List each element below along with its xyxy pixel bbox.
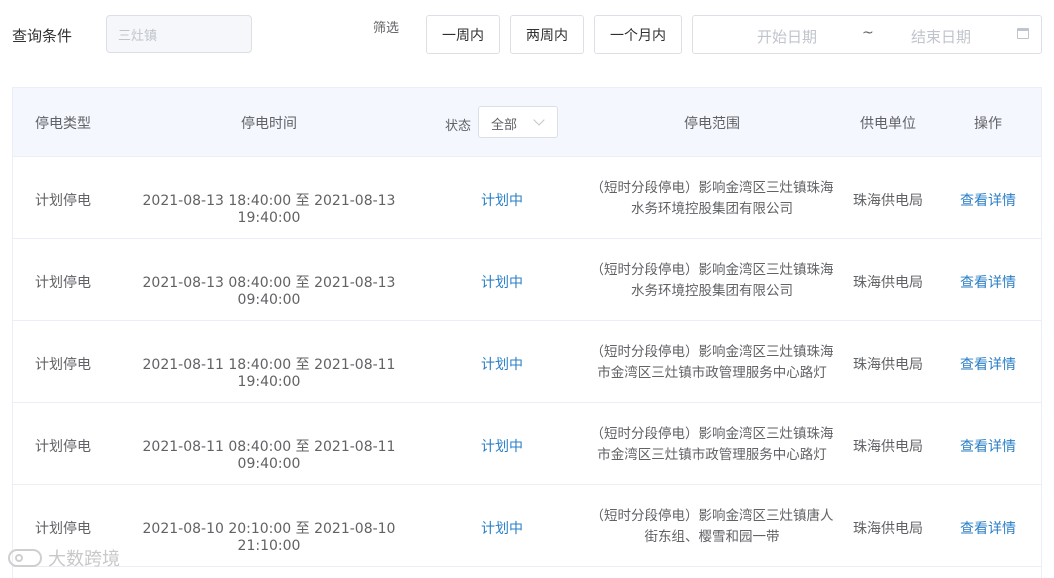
supply-unit: 珠海供电局 xyxy=(853,521,923,537)
table-row: 计划停电 2021-08-11 08:40:00 至 2021-08-11 09… xyxy=(13,403,1041,485)
one-month-button[interactable]: 一个月内 xyxy=(594,15,682,54)
end-date-input[interactable]: 结束日期 xyxy=(911,26,971,47)
outage-time: 2021-08-10 20:10:00 至 2021-08-10 21:10:0… xyxy=(142,521,396,554)
query-input[interactable] xyxy=(106,15,252,53)
outage-time: 2021-08-11 18:40:00 至 2021-08-11 19:40:0… xyxy=(142,357,396,390)
scope-line: 街东组、樱雪和园一带 xyxy=(644,529,780,545)
start-date-input[interactable]: 开始日期 xyxy=(757,26,817,47)
header-scope: 停电范围 xyxy=(684,116,740,132)
status-filter-label: 状态 xyxy=(445,119,472,134)
scope-line: 市金湾区三灶镇市政管理服务中心路灯 xyxy=(597,365,827,381)
scope-line: 水务环境控股集团有限公司 xyxy=(631,283,793,299)
outage-type: 计划停电 xyxy=(35,357,91,373)
filter-label: 筛选 xyxy=(373,21,400,36)
view-details-link[interactable]: 查看详情 xyxy=(943,190,1033,210)
outage-type: 计划停电 xyxy=(35,439,91,455)
watermark: 大数跨境 xyxy=(8,545,120,571)
one-week-button[interactable]: 一周内 xyxy=(426,15,500,54)
outage-time: 2021-08-11 08:40:00 至 2021-08-11 09:40:0… xyxy=(142,439,396,472)
outage-type: 计划停电 xyxy=(35,521,91,537)
outage-table: 停电类型 停电时间 状态 全部 停电范围 供电单位 操作 计划停电 2021-0… xyxy=(12,87,1042,578)
outage-status: 计划中 xyxy=(481,193,523,209)
header-type: 停电类型 xyxy=(35,116,91,132)
scope-line: （短时分段停电）影响金湾区三灶镇珠海 xyxy=(590,262,834,278)
supply-unit: 珠海供电局 xyxy=(853,357,923,373)
status-select-value: 全部 xyxy=(491,118,518,133)
table-row: 计划停电 2021-08-13 18:40:00 至 2021-08-13 19… xyxy=(13,157,1041,239)
supply-unit: 珠海供电局 xyxy=(853,275,923,291)
view-details-link[interactable]: 查看详情 xyxy=(943,436,1033,456)
outage-status: 计划中 xyxy=(481,357,523,373)
scope-line: （短时分段停电）影响金湾区三灶镇珠海 xyxy=(590,180,834,196)
outage-scope: （短时分段停电）影响金湾区三灶镇珠海 市金湾区三灶镇市政管理服务中心路灯 xyxy=(585,424,839,466)
two-weeks-button[interactable]: 两周内 xyxy=(510,15,584,54)
table-row: 计划停电 2021-08-13 08:40:00 至 2021-08-13 09… xyxy=(13,239,1041,321)
header-op: 操作 xyxy=(974,116,1002,132)
scope-line: （短时分段停电）影响金湾区三灶镇唐人 xyxy=(590,508,834,524)
query-label: 查询条件 xyxy=(12,27,73,45)
scope-line: 水务环境控股集团有限公司 xyxy=(631,201,793,217)
outage-scope: （短时分段停电）影响金湾区三灶镇珠海 市金湾区三灶镇市政管理服务中心路灯 xyxy=(585,342,839,384)
outage-type: 计划停电 xyxy=(35,193,91,209)
table-header: 停电类型 停电时间 状态 全部 停电范围 供电单位 操作 xyxy=(13,88,1041,157)
supply-unit: 珠海供电局 xyxy=(853,193,923,209)
outage-time: 2021-08-13 18:40:00 至 2021-08-13 19:40:0… xyxy=(142,193,396,226)
supply-unit: 珠海供电局 xyxy=(853,439,923,455)
outage-type: 计划停电 xyxy=(35,275,91,291)
outage-status: 计划中 xyxy=(481,439,523,455)
date-range-picker[interactable]: 开始日期 ~ 结束日期 xyxy=(692,15,1042,54)
outage-status: 计划中 xyxy=(481,275,523,291)
outage-time: 2021-08-13 08:40:00 至 2021-08-13 09:40:0… xyxy=(142,275,396,308)
watermark-logo-icon xyxy=(8,549,42,567)
header-time: 停电时间 xyxy=(241,116,297,132)
scope-line: 市金湾区三灶镇市政管理服务中心路灯 xyxy=(597,447,827,463)
chevron-down-icon xyxy=(533,114,545,126)
view-details-link[interactable]: 查看详情 xyxy=(943,272,1033,292)
view-details-link[interactable]: 查看详情 xyxy=(943,354,1033,374)
calendar-icon xyxy=(1017,28,1029,39)
table-row: 计划停电 2021-08-10 20:10:00 至 2021-08-10 21… xyxy=(13,485,1041,567)
outage-scope: （短时分段停电）影响金湾区三灶镇唐人 街东组、樱雪和园一带 xyxy=(585,506,839,548)
date-separator: ~ xyxy=(862,25,874,41)
scope-line: （短时分段停电）影响金湾区三灶镇珠海 xyxy=(590,344,834,360)
header-unit: 供电单位 xyxy=(860,116,916,132)
watermark-text: 大数跨境 xyxy=(48,549,120,570)
view-details-link[interactable]: 查看详情 xyxy=(943,518,1033,538)
status-filter-select[interactable]: 全部 xyxy=(478,106,558,138)
outage-status: 计划中 xyxy=(481,521,523,537)
table-row: 计划停电 2021-08-11 18:40:00 至 2021-08-11 19… xyxy=(13,321,1041,403)
outage-scope: （短时分段停电）影响金湾区三灶镇珠海 水务环境控股集团有限公司 xyxy=(585,178,839,220)
outage-scope: （短时分段停电）影响金湾区三灶镇珠海 水务环境控股集团有限公司 xyxy=(585,260,839,302)
scope-line: （短时分段停电）影响金湾区三灶镇珠海 xyxy=(590,426,834,442)
